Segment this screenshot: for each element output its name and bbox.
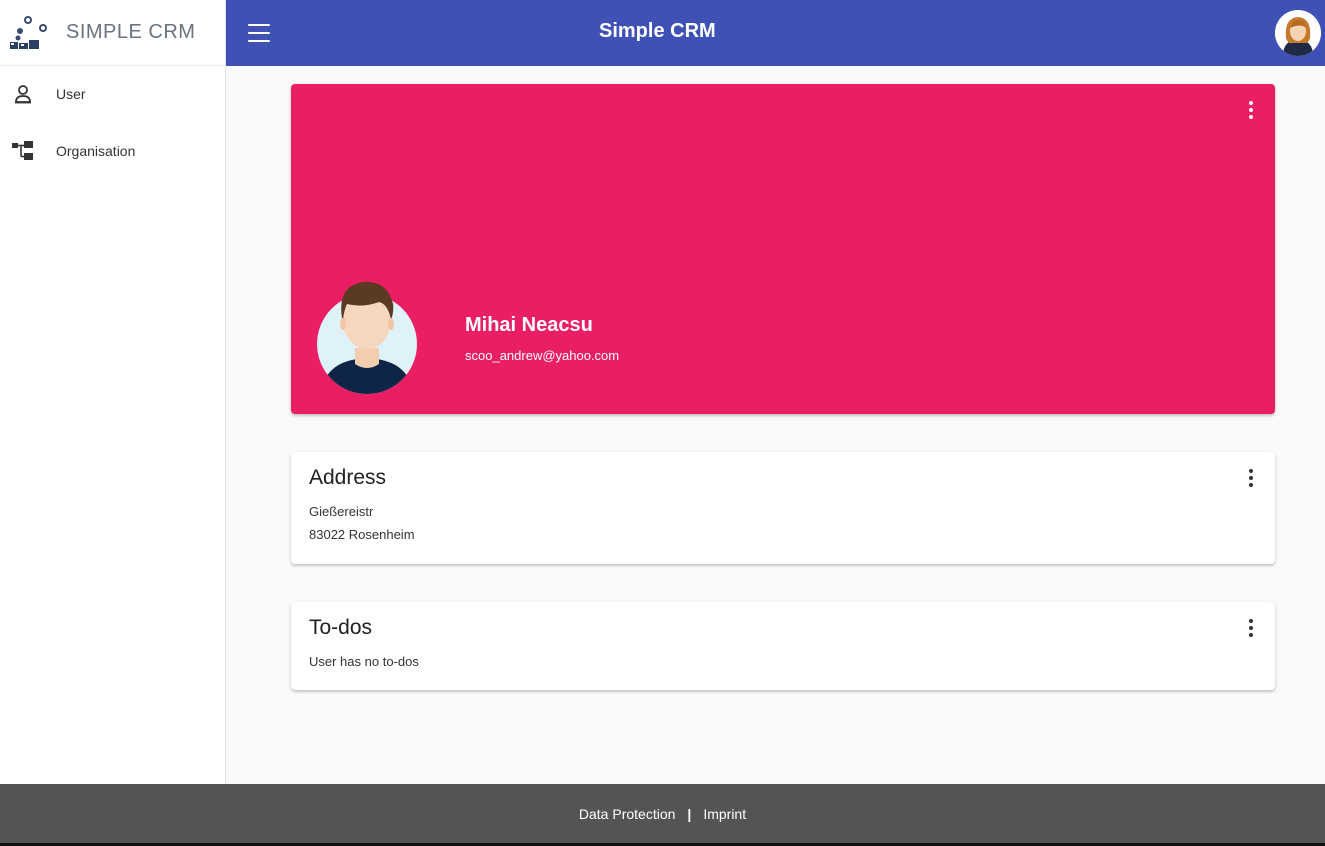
organisation-icon [12,140,34,162]
sidebar-item-label: User [56,86,86,102]
data-protection-link[interactable]: Data Protection [579,806,676,822]
footer-separator: | [687,805,692,822]
user-icon [12,83,34,105]
crm-logo-icon [10,15,47,49]
address-title: Address [309,466,387,489]
footer: Data Protection | Imprint [0,784,1325,846]
more-options-icon[interactable] [1241,466,1261,490]
more-options-icon[interactable] [1241,616,1261,640]
address-street: Gießereistr [309,504,374,519]
user-avatar-icon [317,281,417,394]
sidebar-item-organisation[interactable]: Organisation [0,122,225,179]
address-city: 83022 Rosenheim [309,527,415,542]
brand-name: SIMPLE CRM [66,21,196,43]
profile-name: Mihai Neacsu [465,314,593,336]
todos-empty-text: User has no to-dos [309,654,419,669]
sidebar: SIMPLE CRM User Organisation [0,0,226,784]
sidebar-item-label: Organisation [56,142,136,159]
imprint-link[interactable]: Imprint [703,806,746,822]
brand[interactable]: SIMPLE CRM [0,0,225,66]
profile-header-card: Mihai Neacsu scoo_andrew@yahoo.com [291,84,1275,414]
profile-avatar-icon[interactable] [1275,10,1321,56]
todos-title: To-dos [309,616,373,639]
hamburger-menu-icon[interactable] [248,24,270,42]
top-app-bar: Simple CRM [226,0,1325,66]
sidebar-item-user[interactable]: User [0,66,225,122]
app-title: Simple CRM [599,20,716,42]
address-card: Address Gießereistr 83022 Rosenheim [291,452,1275,564]
more-options-icon[interactable] [1241,98,1261,122]
profile-email: scoo_andrew@yahoo.com [465,348,620,363]
todos-card: To-dos User has no to-dos [291,602,1275,690]
